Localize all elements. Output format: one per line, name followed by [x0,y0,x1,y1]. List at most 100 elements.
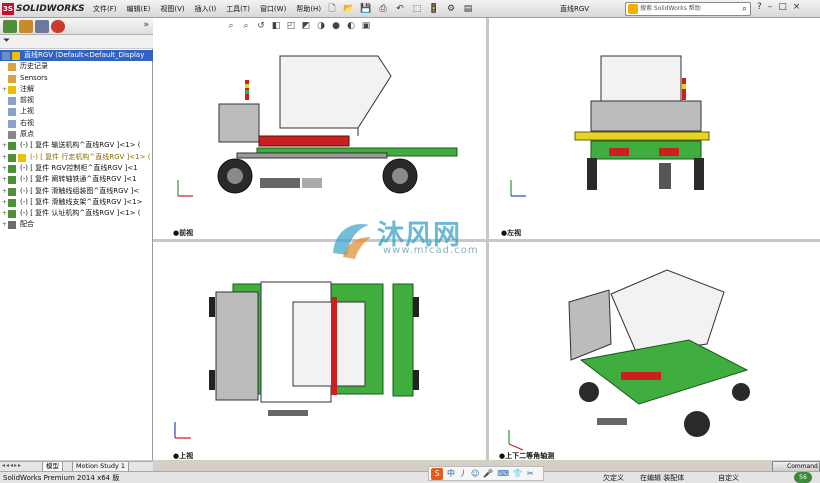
annotation-icon [8,85,16,94]
tab-nav-arrows-icon[interactable]: ◂◂◂▸▸ [2,462,22,469]
ime-chinese-mode[interactable]: 中 [447,468,455,479]
tree-item[interactable]: + (-) [ 复件 行走机构^直线RGV ]<1> ( [0,152,153,163]
ime-toolbar[interactable]: S 中 丿 ☺ 🎤 ⌨ 👕 ✂ [428,466,544,481]
ime-tools-icon[interactable]: ✂ [527,469,534,478]
tree-item[interactable]: 上视 [0,106,153,117]
watermark-url: www.mfcad.com [383,245,479,256]
menu-file[interactable]: 文件(F) [92,3,118,15]
ime-emoji-icon[interactable]: ☺ [471,469,479,478]
ime-voice-icon[interactable]: 🎤 [483,469,493,478]
restore-icon[interactable]: □ [778,2,787,12]
zoom-fit-icon[interactable]: ⌕ [225,20,237,32]
warning-icon [18,153,26,162]
help-icon[interactable]: ? [757,2,762,12]
origin-icon [8,131,16,140]
component-icon [8,198,16,207]
close-icon[interactable]: × [793,2,801,12]
viewport-front[interactable]: ●前视 [153,18,486,239]
rebuild-icon[interactable]: 🚦 [427,2,441,15]
search-source-icon [628,4,638,14]
feature-manager-pane: » ⏷ 直线RGV (Default<Default_Display 历史记录 S… [0,18,153,478]
save-icon[interactable]: 💾 [359,2,373,15]
options-icon[interactable]: ⚙ [444,2,458,15]
ime-logo-icon[interactable]: S [431,467,443,480]
component-icon [8,187,16,196]
appearance-icon[interactable]: ● [330,20,342,32]
feature-manager-tabs: » [0,18,153,35]
config-manager-tab-icon[interactable] [35,20,49,33]
tree-item[interactable]: + (-) [ 复件 滑触线支架^直线RGV ]<1> [0,197,153,208]
status-units[interactable]: 自定义 [718,473,739,483]
ime-skin-icon[interactable]: 👕 [513,469,523,478]
front-view-model [177,55,458,197]
filter-row: ⏷ [0,35,153,49]
menu-view[interactable]: 视图(V) [159,3,185,15]
viewport-isometric[interactable]: ●上下二等角轴测 [489,242,820,460]
tree-item[interactable]: + (-) [ 复件 RGV控制柜^直线RGV ]<1 [0,163,153,174]
new-file-icon[interactable]: 🗋 [325,2,339,15]
plane-icon [8,119,16,128]
previous-view-icon[interactable]: ↺ [255,20,267,32]
status-editing: 在编辑 装配体 [640,474,685,482]
tree-root-assembly[interactable]: 直线RGV (Default<Default_Display [0,50,153,62]
tree-item[interactable]: + (-) [ 复件 认址机构^直线RGV ]<1> ( [0,208,153,219]
menu-insert[interactable]: 插入(I) [194,3,218,15]
folder-icon [8,63,16,72]
tree-root-label: 直线RGV (Default<Default_Display [24,51,145,59]
zoom-area-icon[interactable]: ⌕ [240,20,252,32]
hide-show-icon[interactable]: ◑ [315,20,327,32]
search-placeholder: 搜索 SolidWorks 帮助 [640,5,701,12]
tree-item[interactable]: + (-) [ 复件 滑触线组装图^直线RGV ]< [0,186,153,197]
tree-item-label: (-) [ 复件 输送机构^直线RGV ]<1> ( [20,141,141,150]
solidworks-logo[interactable]: 3S SOLIDWORKS [2,1,85,17]
search-icon[interactable]: ⌕ [742,3,747,15]
view-settings-icon[interactable]: ▤ [461,2,475,15]
component-icon [8,176,16,185]
open-file-icon[interactable]: 📂 [342,2,356,15]
tree-item[interactable]: 历史记录 [0,61,153,72]
property-manager-tab-icon[interactable] [19,20,33,33]
viewport-left[interactable]: ●左视 [489,18,820,239]
select-icon[interactable]: ⬚ [410,2,424,15]
tree-item-label: (-) [ 复件 滑触线支架^直线RGV ]<1> [20,197,143,206]
tree-item[interactable]: 前视 [0,95,153,106]
menu-tools[interactable]: 工具(T) [225,3,251,15]
tree-item[interactable]: + (-) [ 复件 阐转轴铁通^直线RGV ]<1 [0,174,153,185]
tree-item-label: 前视 [20,96,34,105]
view-settings-icon[interactable]: ▣ [360,20,372,32]
undo-icon[interactable]: ↶ [393,2,407,15]
main-menu: 文件(F) 编辑(E) 视图(V) 插入(I) 工具(T) 窗口(W) 帮助(H… [92,3,322,15]
ime-punctuation-icon[interactable]: 丿 [459,468,467,479]
bottom-tab-bar: ◂◂◂▸▸ 模型 Motion Study 1 [0,461,153,472]
filter-icon[interactable]: ⏷ [3,36,10,46]
menu-window[interactable]: 窗口(W) [259,3,287,15]
ime-keyboard-icon[interactable]: ⌨ [497,469,509,478]
tree-item-label: (-) [ 复件 认址机构^直线RGV ]<1> ( [20,209,141,218]
search-input[interactable]: 搜索 SolidWorks 帮助 ⌕ [625,2,751,16]
window-controls: ? – □ × [757,2,800,12]
minimize-icon[interactable]: – [768,2,773,12]
tree-item-label: (-) [ 复件 阐转轴铁通^直线RGV ]<1 [20,175,137,184]
menu-bar: 3S SOLIDWORKS 文件(F) 编辑(E) 视图(V) 插入(I) 工具… [0,0,820,18]
tree-item[interactable]: + 注解 [0,84,153,95]
display-style-icon[interactable]: ◩ [300,20,312,32]
scene-icon[interactable]: ◐ [345,20,357,32]
tree-item[interactable]: 右视 [0,118,153,129]
menu-edit[interactable]: 编辑(E) [126,3,152,15]
print-icon[interactable]: ⎙ [376,2,390,15]
display-manager-tab-icon[interactable] [51,20,65,33]
tree-item[interactable]: 原点 [0,129,153,140]
menu-help[interactable]: 帮助(H) [295,3,322,15]
view-orientation-icon[interactable]: ◰ [285,20,297,32]
tree-item-label: (-) [ 复件 行走机构^直线RGV ]<1> ( [30,152,151,161]
tree-item[interactable]: Sensors [0,73,153,84]
viewport-top[interactable]: ●上视 [153,242,486,460]
feature-tree-tab-icon[interactable] [3,20,17,33]
tree-item[interactable]: + 配合 [0,219,153,230]
expand-arrows-icon[interactable]: » [143,20,149,30]
tree-item[interactable]: + (-) [ 复件 输送机构^直线RGV ]<1> ( [0,140,153,151]
document-title: 直线RGV [560,5,590,13]
status-definition: 欠定义 [603,474,624,482]
section-view-icon[interactable]: ◧ [270,20,282,32]
tree-item-label: 历史记录 [20,62,48,71]
